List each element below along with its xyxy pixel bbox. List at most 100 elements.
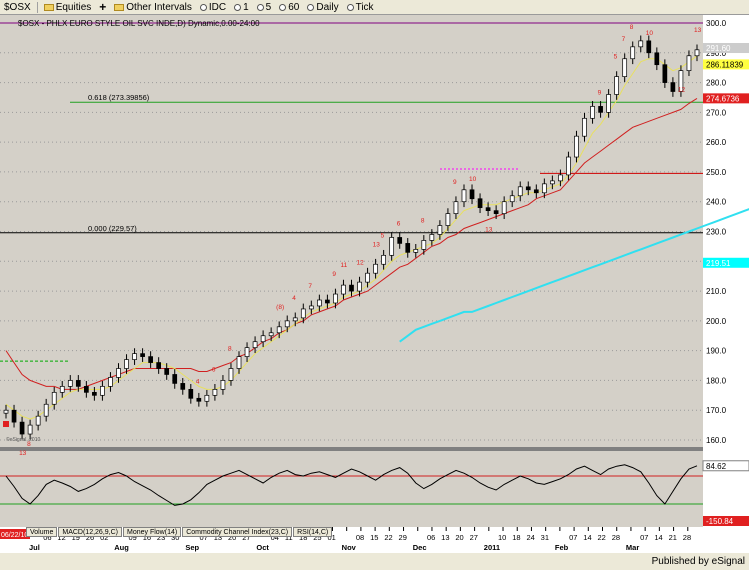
indicator-tab[interactable]: Volume	[26, 527, 58, 537]
interval-daily[interactable]: Daily	[305, 1, 340, 14]
candle-body	[43, 403, 49, 417]
sequential-count: 8	[228, 346, 232, 353]
candle-body	[541, 183, 547, 194]
sequential-count: 4	[292, 295, 296, 302]
interval-idc[interactable]: IDC	[198, 1, 228, 14]
candle-body	[437, 225, 443, 235]
candle-body	[220, 380, 226, 390]
equities-button[interactable]: Equities	[42, 1, 94, 14]
indicator-tab[interactable]: Commodity Channel Index(23,C)	[182, 527, 293, 537]
candle-body	[108, 377, 113, 387]
indicator-tab[interactable]: RSI(14,C)	[293, 527, 333, 537]
candle-body	[325, 299, 330, 304]
symbol-field[interactable]: $OSX	[2, 1, 33, 14]
interval-60[interactable]: 60	[277, 1, 301, 14]
sequential-count: 7	[622, 36, 626, 43]
sequential-count: 10	[646, 30, 654, 37]
candle-body	[156, 362, 162, 369]
candle-body	[308, 305, 314, 310]
candle-body	[284, 320, 290, 328]
candle-body	[461, 189, 467, 203]
folder-icon	[43, 3, 54, 11]
candle-body	[252, 341, 258, 349]
candle-body	[140, 353, 145, 357]
candle-body	[509, 195, 515, 203]
y-tick-label: 160.0	[706, 436, 727, 445]
add-button[interactable]: +	[97, 1, 108, 14]
candle-body	[333, 293, 338, 304]
indicator-tab[interactable]: Money Flow(14)	[123, 527, 182, 537]
x-tick-label: 21	[669, 533, 677, 542]
candle-body	[317, 299, 322, 307]
y-tick-label: 240.0	[706, 198, 727, 207]
sequential-count: 11	[340, 262, 347, 269]
candle-body	[413, 249, 419, 253]
candle-body	[124, 359, 129, 369]
x-tick-label: Dec	[413, 543, 427, 552]
candle-body	[566, 156, 571, 176]
candle-body	[11, 409, 17, 423]
other-intervals-button[interactable]: Other Intervals	[112, 1, 194, 14]
candle-body	[582, 117, 587, 137]
candle-body	[397, 237, 403, 244]
candle-body	[694, 49, 700, 57]
x-tick-label: 27	[470, 533, 478, 542]
x-tick-label: 18	[512, 533, 520, 542]
candle-body	[244, 347, 250, 357]
x-tick-label: Sep	[185, 543, 199, 552]
candle-body	[188, 389, 194, 399]
interval-1[interactable]: 1	[232, 1, 251, 14]
candle-body	[27, 424, 33, 435]
panel-divider	[0, 447, 703, 451]
x-tick-label: 31	[541, 533, 549, 542]
candle-body	[630, 46, 636, 60]
sequential-count: 6	[212, 366, 216, 373]
price-chart[interactable]: 0.618 (273.39856) 0.000 (229.57) 13 8 4 6 8 (8…	[0, 15, 749, 553]
sequential-count: 5	[614, 54, 618, 61]
oscillator-panel-bg	[0, 451, 703, 527]
y-tick-label: 260.0	[706, 138, 727, 147]
radio-icon	[307, 3, 315, 11]
candle-body	[445, 213, 451, 226]
sequential-count: 13	[694, 27, 702, 34]
radio-icon	[346, 3, 354, 11]
candle-body	[3, 409, 9, 414]
y-tick-label: 210.0	[706, 287, 727, 296]
footer: Published by eSignal	[0, 553, 749, 570]
candle-body	[477, 198, 483, 209]
candle-body	[485, 207, 491, 212]
candle-body	[172, 374, 178, 384]
candle-body	[373, 263, 378, 274]
price-badge-label: 291.60	[706, 44, 731, 53]
interval-tick[interactable]: Tick	[345, 1, 376, 14]
interval-5[interactable]: 5	[255, 1, 274, 14]
sequential-count: 7	[308, 283, 312, 290]
x-tick-label: 28	[683, 533, 691, 542]
x-tick-label: 2011	[484, 543, 500, 552]
other-intervals-label: Other Intervals	[126, 1, 192, 13]
sequential-count: 13	[19, 450, 27, 457]
sequential-count: 9	[332, 271, 336, 278]
candle-body	[148, 356, 153, 363]
sequential-count: 10	[469, 176, 477, 183]
sequential-count: 13	[373, 241, 381, 248]
radio-icon	[279, 3, 287, 11]
candle-body	[662, 64, 668, 83]
candle-body	[92, 391, 97, 396]
indicator-tab[interactable]: MACD(12,26,9,C)	[58, 527, 122, 537]
start-date-label: 06/22/10	[1, 532, 28, 539]
candle-body	[558, 174, 563, 182]
candle-body	[405, 243, 411, 253]
x-tick-label: 28	[612, 533, 620, 542]
interval-1-label: 1	[243, 1, 249, 13]
sequential-count: 6	[397, 221, 401, 228]
candle-body	[51, 391, 57, 405]
candle-body	[292, 317, 298, 322]
toolbar: $OSX Equities + Other Intervals IDC 1 5 …	[0, 0, 749, 15]
candle-body	[533, 189, 539, 194]
x-tick-label: 24	[526, 533, 534, 542]
sequential-count: 9	[598, 89, 602, 96]
fib-level-label: 0.000 (229.57)	[88, 224, 137, 233]
y-tick-label: 230.0	[706, 228, 727, 237]
x-tick-label: 20	[455, 533, 463, 542]
